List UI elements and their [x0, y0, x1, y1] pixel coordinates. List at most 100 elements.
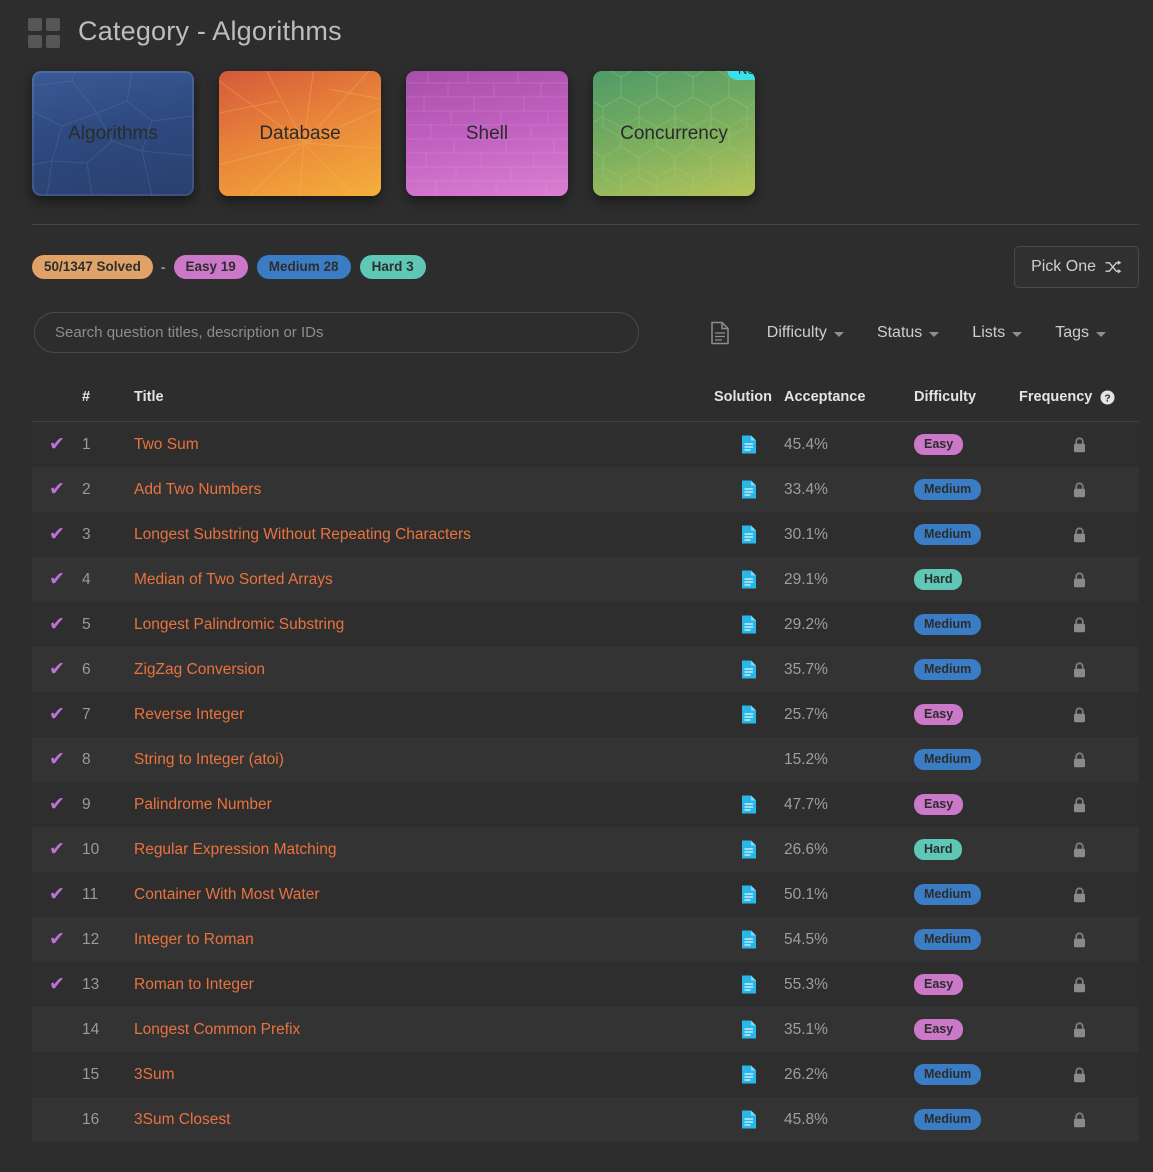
solution-icon[interactable] — [714, 435, 784, 454]
table-row[interactable]: 15 3Sum 26.2% Medium — [32, 1052, 1139, 1097]
solution-icon[interactable] — [714, 615, 784, 634]
search-input[interactable] — [34, 312, 639, 353]
table-row[interactable]: ✔ 6 ZigZag Conversion 35.7% Medium — [32, 647, 1139, 692]
row-difficulty-cell: Medium — [914, 614, 1019, 635]
solution-icon[interactable] — [714, 1110, 784, 1129]
question-title-link[interactable]: Add Two Numbers — [134, 481, 261, 498]
question-title-link[interactable]: 3Sum — [134, 1066, 175, 1083]
table-row[interactable]: ✔ 12 Integer to Roman 54.5% Medium — [32, 917, 1139, 962]
column-title[interactable]: Title — [134, 389, 714, 405]
frequency-lock-icon[interactable] — [1019, 1066, 1139, 1083]
column-difficulty[interactable]: Difficulty — [914, 389, 1019, 405]
easy-count-badge[interactable]: Easy 19 — [173, 255, 248, 279]
frequency-lock-icon[interactable] — [1019, 526, 1139, 543]
table-row[interactable]: ✔ 11 Container With Most Water 50.1% Medium — [32, 872, 1139, 917]
page-header: Category - Algorithms — [0, 0, 1153, 48]
row-acceptance: 35.7% — [784, 660, 828, 678]
table-row[interactable]: ✔ 13 Roman to Integer 55.3% Easy — [32, 962, 1139, 1007]
solution-icon[interactable] — [714, 795, 784, 814]
question-title-link[interactable]: Longest Palindromic Substring — [134, 616, 344, 633]
question-title-link[interactable]: Two Sum — [134, 436, 199, 453]
frequency-lock-icon[interactable] — [1019, 796, 1139, 813]
question-title-link[interactable]: Roman to Integer — [134, 976, 254, 993]
table-row[interactable]: ✔ 2 Add Two Numbers 33.4% Medium — [32, 467, 1139, 512]
question-title-link[interactable]: Palindrome Number — [134, 796, 272, 813]
question-title-link[interactable]: 3Sum Closest — [134, 1111, 230, 1128]
column-acceptance[interactable]: Acceptance — [784, 389, 914, 405]
solution-icon[interactable] — [714, 975, 784, 994]
frequency-lock-icon[interactable] — [1019, 1111, 1139, 1128]
table-row[interactable]: ✔ 9 Palindrome Number 47.7% Easy — [32, 782, 1139, 827]
solution-icon[interactable] — [714, 660, 784, 679]
table-row[interactable]: ✔ 8 String to Integer (atoi) 15.2% Medium — [32, 737, 1139, 782]
table-row[interactable]: ✔ 4 Median of Two Sorted Arrays 29.1% Hard — [32, 557, 1139, 602]
question-title-link[interactable]: ZigZag Conversion — [134, 661, 265, 678]
table-row[interactable]: ✔ 3 Longest Substring Without Repeating Ch… — [32, 512, 1139, 557]
frequency-lock-icon[interactable] — [1019, 481, 1139, 498]
column-solution[interactable]: Solution — [714, 389, 784, 405]
lock-icon — [1073, 436, 1085, 452]
category-card-label: Concurrency — [620, 122, 728, 144]
question-title-link[interactable]: Integer to Roman — [134, 931, 254, 948]
category-card-concurrency[interactable]: New Concurrency — [593, 71, 755, 196]
medium-count-badge[interactable]: Medium 28 — [256, 255, 351, 279]
solution-document-icon — [742, 435, 756, 454]
table-row[interactable]: 16 3Sum Closest 45.8% Medium — [32, 1097, 1139, 1142]
pick-one-button[interactable]: Pick One — [1014, 246, 1139, 288]
solution-icon[interactable] — [714, 570, 784, 589]
filter-difficulty[interactable]: Difficulty — [767, 324, 844, 342]
help-circle-icon[interactable]: ? — [1100, 389, 1115, 405]
solution-icon[interactable] — [714, 885, 784, 904]
frequency-lock-icon[interactable] — [1019, 751, 1139, 768]
frequency-lock-icon[interactable] — [1019, 976, 1139, 993]
solution-icon[interactable] — [714, 840, 784, 859]
solution-icon[interactable] — [714, 930, 784, 949]
frequency-lock-icon[interactable] — [1019, 616, 1139, 633]
divider-line — [32, 224, 1139, 225]
solution-document-icon — [742, 705, 756, 724]
category-card-algorithms[interactable]: Algorithms — [32, 71, 194, 196]
row-difficulty-cell: Medium — [914, 659, 1019, 680]
filter-tags[interactable]: Tags — [1055, 324, 1106, 342]
grid-icon[interactable] — [28, 18, 60, 48]
hard-count-badge[interactable]: Hard 3 — [359, 255, 426, 279]
table-row[interactable]: ✔ 5 Longest Palindromic Substring 29.2% Medi… — [32, 602, 1139, 647]
question-title-link[interactable]: Reverse Integer — [134, 706, 244, 723]
question-title-link[interactable]: Longest Common Prefix — [134, 1021, 300, 1038]
question-title-link[interactable]: Regular Expression Matching — [134, 841, 336, 858]
filter-lists[interactable]: Lists — [972, 324, 1023, 342]
solution-icon[interactable] — [714, 1065, 784, 1084]
row-number: 16 — [82, 1110, 100, 1128]
question-title-link[interactable]: String to Integer (atoi) — [134, 751, 284, 768]
frequency-lock-icon[interactable] — [1019, 931, 1139, 948]
category-card-shell[interactable]: Shell — [406, 71, 568, 196]
table-row[interactable]: ✔ 7 Reverse Integer 25.7% Easy — [32, 692, 1139, 737]
category-card-database[interactable]: Database — [219, 71, 381, 196]
table-row[interactable]: ✔ 10 Regular Expression Matching 26.6% Hard — [32, 827, 1139, 872]
table-row[interactable]: 14 Longest Common Prefix 35.1% Easy — [32, 1007, 1139, 1052]
question-title-link[interactable]: Container With Most Water — [134, 886, 319, 903]
question-title-link[interactable]: Longest Substring Without Repeating Char… — [134, 526, 471, 543]
frequency-lock-icon[interactable] — [1019, 571, 1139, 588]
filter-status[interactable]: Status — [877, 324, 940, 342]
solution-icon[interactable] — [714, 705, 784, 724]
frequency-lock-icon[interactable] — [1019, 886, 1139, 903]
frequency-lock-icon[interactable] — [1019, 841, 1139, 858]
solution-icon[interactable] — [714, 525, 784, 544]
frequency-lock-icon[interactable] — [1019, 706, 1139, 723]
solution-icon[interactable] — [714, 1020, 784, 1039]
question-title-link[interactable]: Median of Two Sorted Arrays — [134, 571, 333, 588]
lock-icon — [1073, 751, 1085, 767]
filter-tags-label: Tags — [1055, 323, 1089, 341]
row-title-cell: 3Sum Closest — [134, 1111, 714, 1129]
document-icon[interactable] — [709, 321, 731, 345]
frequency-lock-icon[interactable] — [1019, 436, 1139, 453]
frequency-lock-icon[interactable] — [1019, 661, 1139, 678]
frequency-lock-icon[interactable] — [1019, 1021, 1139, 1038]
column-number[interactable]: # — [82, 389, 134, 405]
table-row[interactable]: ✔ 1 Two Sum 45.4% Easy — [32, 422, 1139, 467]
row-difficulty-cell: Hard — [914, 839, 1019, 860]
column-frequency[interactable]: Frequency ? — [1019, 389, 1139, 405]
category-card-label: Algorithms — [68, 122, 158, 144]
solution-icon[interactable] — [714, 480, 784, 499]
